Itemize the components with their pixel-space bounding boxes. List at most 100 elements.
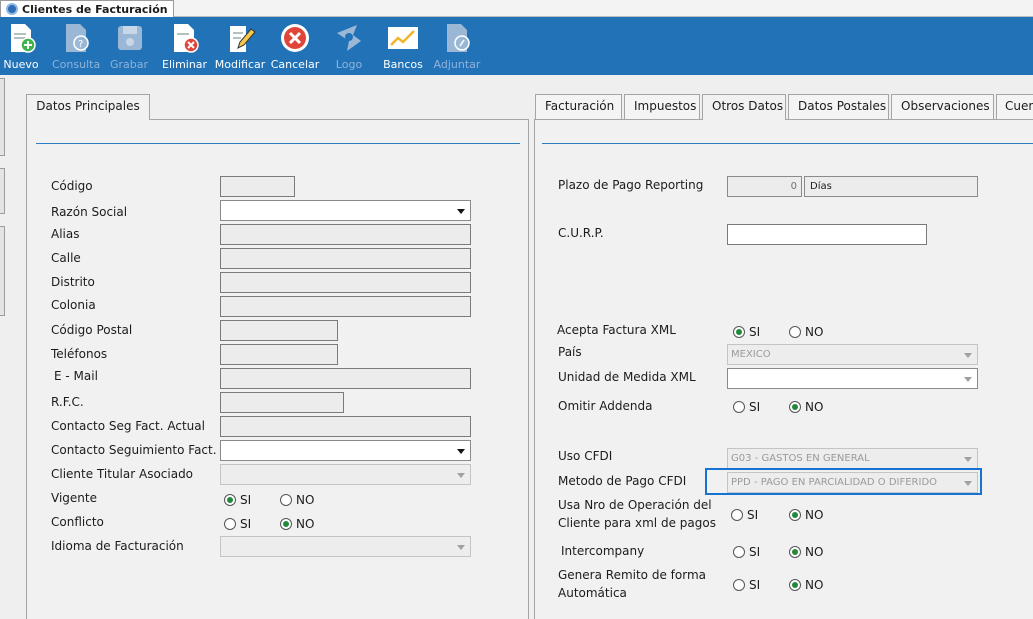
email-input[interactable]: [220, 368, 471, 389]
acepta-xml-si-radio[interactable]: SI: [733, 325, 760, 339]
radio-selected-icon: [789, 401, 801, 413]
tab-datos-postales[interactable]: Datos Postales: [788, 94, 889, 119]
conflicto-label: Conflicto: [51, 515, 104, 529]
codigo-label: Código: [51, 179, 93, 193]
attach-icon: [447, 24, 470, 52]
conflicto-no-radio[interactable]: NO: [280, 517, 314, 531]
new-button[interactable]: Nuevo: [2, 17, 40, 75]
vigente-si-radio[interactable]: SI: [224, 493, 251, 507]
side-strip: [0, 78, 5, 156]
usa-nro-si-radio[interactable]: SI: [731, 508, 758, 522]
alias-label: Alias: [51, 227, 80, 241]
plazo-input[interactable]: 0: [727, 176, 802, 197]
metodo-select[interactable]: PPD - PAGO EN PARCIALIDAD O DIFERIDO: [727, 472, 978, 493]
razon-social-select[interactable]: [220, 200, 471, 221]
radio-empty-icon: [224, 518, 236, 530]
codigo-postal-input[interactable]: [220, 320, 338, 341]
chevron-down-icon: [964, 481, 972, 486]
vigente-no-radio[interactable]: NO: [280, 493, 314, 507]
edit-button[interactable]: Modificar: [214, 17, 266, 75]
radio-selected-icon: [789, 509, 801, 521]
tab-impuestos[interactable]: Impuestos: [624, 94, 700, 119]
save-button[interactable]: Grabar: [108, 17, 150, 75]
contacto-seguimiento-select[interactable]: [220, 440, 471, 461]
radio-empty-icon: [789, 326, 801, 338]
contacto-seguimiento-label: Contacto Seguimiento Fact.: [51, 443, 217, 457]
intercompany-label: Intercompany: [561, 544, 645, 558]
vigente-label: Vigente: [51, 491, 97, 505]
rfc-input[interactable]: [220, 392, 344, 413]
radio-selected-icon: [733, 326, 745, 338]
calle-input[interactable]: [220, 248, 471, 269]
curp-input[interactable]: [727, 224, 927, 245]
query-icon: ?: [66, 24, 89, 52]
svg-text:?: ?: [78, 39, 83, 50]
codigo-input[interactable]: [220, 176, 295, 197]
omitir-no-radio[interactable]: NO: [789, 400, 823, 414]
radio-empty-icon: [280, 494, 292, 506]
unidad-select[interactable]: [727, 368, 978, 389]
chevron-down-icon: [457, 545, 465, 550]
tab-observaciones[interactable]: Observaciones: [891, 94, 994, 119]
divider: [36, 143, 520, 144]
usa-nro-label-2: Cliente para xml de pagos: [558, 516, 716, 530]
chevron-down-icon: [964, 353, 972, 358]
side-strip: [0, 168, 5, 214]
unidad-label: Unidad de Medida XML: [558, 370, 696, 384]
query-button[interactable]: ? Consulta: [52, 17, 100, 75]
calle-label: Calle: [51, 251, 81, 265]
cliente-titular-select[interactable]: [220, 464, 471, 485]
contacto-seg-actual-input[interactable]: [220, 416, 471, 437]
conflicto-si-radio[interactable]: SI: [224, 517, 251, 531]
telefonos-input[interactable]: [220, 344, 338, 365]
toolbar: Nuevo ? Consulta Grabar Eliminar Modific…: [0, 17, 1033, 75]
intercompany-si-radio[interactable]: SI: [733, 545, 760, 559]
tab-datos-principales[interactable]: Datos Principales: [26, 94, 150, 120]
distrito-input[interactable]: [220, 272, 471, 293]
chart-icon: [388, 27, 418, 49]
email-label: E - Mail: [54, 369, 98, 383]
chevron-down-icon: [964, 457, 972, 462]
radio-selected-icon: [280, 518, 292, 530]
omitir-si-radio[interactable]: SI: [733, 400, 760, 414]
delete-button[interactable]: Eliminar: [162, 17, 207, 75]
radio-empty-icon: [733, 579, 745, 591]
genera-no-radio[interactable]: NO: [789, 578, 823, 592]
colonia-input[interactable]: [220, 296, 471, 317]
codigo-postal-label: Código Postal: [51, 323, 133, 337]
uso-cfdi-select[interactable]: G03 - GASTOS EN GENERAL: [727, 448, 978, 469]
side-strip: [0, 226, 5, 316]
chevron-down-icon: [964, 377, 972, 382]
pais-select[interactable]: MEXICO: [727, 344, 978, 365]
logo-button[interactable]: Logo: [330, 17, 368, 75]
pais-label: País: [558, 345, 582, 359]
rfc-label: R.F.C.: [51, 395, 84, 409]
cancel-icon: [281, 24, 309, 52]
radio-empty-icon: [731, 509, 743, 521]
genera-si-radio[interactable]: SI: [733, 578, 760, 592]
chevron-down-icon: [457, 473, 465, 478]
banks-button[interactable]: Bancos: [382, 17, 424, 75]
usa-nro-no-radio[interactable]: NO: [789, 508, 823, 522]
genera-label-2: Automática: [558, 586, 627, 600]
delete-document-icon: [174, 24, 199, 53]
genera-label-1: Genera Remito de forma: [558, 568, 706, 582]
acepta-xml-no-radio[interactable]: NO: [789, 325, 823, 339]
tab-cuentas[interactable]: Cuen: [996, 94, 1033, 119]
idioma-select[interactable]: [220, 536, 471, 557]
curp-label: C.U.R.P.: [558, 226, 604, 240]
new-document-icon: [11, 24, 36, 53]
radio-empty-icon: [733, 401, 745, 413]
metodo-label: Metodo de Pago CFDI: [558, 474, 687, 488]
tab-facturacion[interactable]: Facturación: [535, 94, 622, 119]
alias-input[interactable]: [220, 224, 471, 245]
acepta-xml-label: Acepta Factura XML: [557, 323, 676, 337]
cancel-button[interactable]: Cancelar: [270, 17, 320, 75]
intercompany-no-radio[interactable]: NO: [789, 545, 823, 559]
plazo-label: Plazo de Pago Reporting: [558, 178, 704, 192]
telefonos-label: Teléfonos: [51, 347, 108, 361]
window-tab[interactable]: Clientes de Facturación: [0, 0, 174, 17]
distrito-label: Distrito: [51, 275, 95, 289]
attach-button[interactable]: Adjuntar: [432, 17, 482, 75]
tab-otros-datos[interactable]: Otros Datos: [702, 94, 786, 120]
